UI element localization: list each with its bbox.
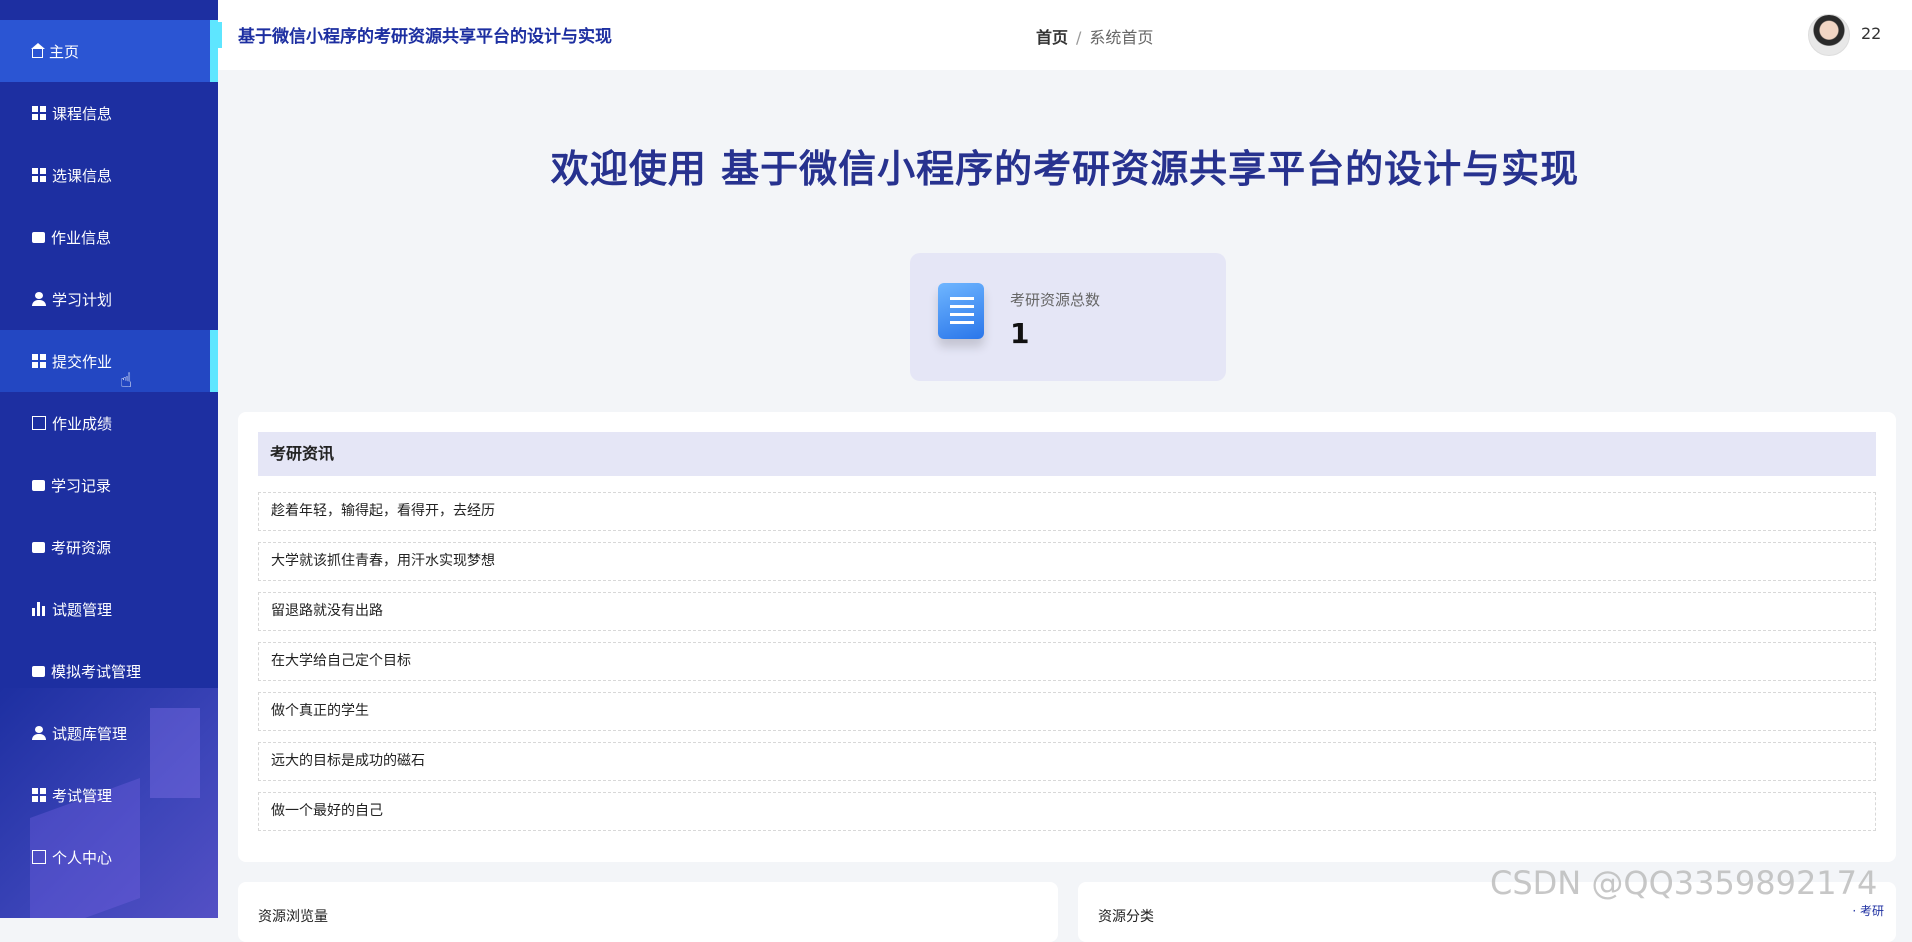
sidebar-item-label: 作业信息 xyxy=(51,228,112,247)
sidebar-item-label: 学习记录 xyxy=(51,476,112,495)
sidebar-item-label: 提交作业 xyxy=(52,352,113,371)
news-list: 趁着年轻，输得起，看得开，去经历 大学就该抓住青春，用汗水实现梦想 留退路就没有… xyxy=(258,492,1876,842)
welcome-title: 欢迎使用 基于微信小程序的考研资源共享平台的设计与实现 xyxy=(550,147,1580,191)
sidebar-item-course-selection[interactable]: 选课信息 xyxy=(0,144,218,206)
category-legend: · 考研 xyxy=(1852,904,1884,918)
breadcrumb-separator: / xyxy=(1076,28,1082,47)
calendar-icon xyxy=(32,850,46,864)
sidebar-item-label: 模拟考试管理 xyxy=(51,662,142,681)
news-title: 考研资讯 xyxy=(258,432,1876,476)
user-id[interactable]: 22 xyxy=(1861,24,1881,43)
user-icon xyxy=(32,292,46,306)
grid-icon xyxy=(32,354,46,368)
stat-label: 考研资源总数 xyxy=(1010,291,1101,309)
header-accent xyxy=(218,22,222,48)
site-title: 基于微信小程序的考研资源共享平台的设计与实现 xyxy=(238,27,612,47)
sidebar-item-label: 主页 xyxy=(49,42,80,61)
list-item[interactable]: 在大学给自己定个目标 xyxy=(258,642,1876,681)
sidebar-item-study-plan[interactable]: 学习计划 xyxy=(0,268,218,330)
sidebar-item-homework-scores[interactable]: 作业成绩 xyxy=(0,392,218,454)
sidebar-item-course-info[interactable]: 课程信息 xyxy=(0,82,218,144)
sidebar-item-home[interactable]: 主页 xyxy=(0,20,218,82)
sidebar-item-label: 学习计划 xyxy=(52,290,113,309)
sidebar-item-profile[interactable]: 个人中心 xyxy=(0,826,218,888)
list-item[interactable]: 大学就该抓住青春，用汗水实现梦想 xyxy=(258,542,1876,581)
sidebar-item-submit-homework[interactable]: 提交作业 xyxy=(0,330,218,392)
list-item[interactable]: 做个真正的学生 xyxy=(258,692,1876,731)
list-item[interactable]: 趁着年轻，输得起，看得开，去经历 xyxy=(258,492,1876,531)
bar-chart-icon xyxy=(32,602,46,616)
news-panel: 考研资讯 趁着年轻，输得起，看得开，去经历 大学就该抓住青春，用汗水实现梦想 留… xyxy=(238,412,1896,862)
breadcrumb: 首页 / 系统首页 xyxy=(1036,24,1153,48)
breadcrumb-home[interactable]: 首页 xyxy=(1036,28,1068,47)
sidebar-item-study-records[interactable]: 学习记录 xyxy=(0,454,218,516)
resource-count-card: 考研资源总数 1 xyxy=(910,253,1226,381)
sidebar-item-label: 考研资源 xyxy=(51,538,112,557)
home-icon xyxy=(31,42,45,58)
sidebar-item-question-bank[interactable]: 试题库管理 xyxy=(0,702,218,764)
sidebar-item-label: 作业成绩 xyxy=(52,414,113,433)
watermark: CSDN @QQ3359892174 xyxy=(1490,864,1878,902)
user-icon xyxy=(32,726,46,740)
sidebar-item-label: 课程信息 xyxy=(52,104,113,123)
breadcrumb-current: 系统首页 xyxy=(1089,28,1154,47)
list-item[interactable]: 留退路就没有出路 xyxy=(258,592,1876,631)
views-card: 资源浏览量 xyxy=(238,882,1058,942)
grid-icon xyxy=(32,788,46,802)
list-item[interactable]: 做一个最好的自己 xyxy=(258,792,1876,831)
document-icon xyxy=(938,283,984,339)
sidebar-item-label: 试题管理 xyxy=(52,600,113,619)
sidebar-item-resources[interactable]: 考研资源 xyxy=(0,516,218,578)
views-title: 资源浏览量 xyxy=(258,909,328,925)
grid-icon xyxy=(32,168,46,182)
sidebar-item-homework-info[interactable]: 作业信息 xyxy=(0,206,218,268)
sidebar-item-label: 考试管理 xyxy=(52,786,113,805)
clipboard-icon xyxy=(32,541,45,553)
sidebar-nav: 主页 课程信息 选课信息 作业信息 学习计划 提交作业 作业成绩 学习记录 考研… xyxy=(0,20,218,888)
monitor-icon xyxy=(32,479,45,491)
list-item[interactable]: 远大的目标是成功的磁石 xyxy=(258,742,1876,781)
sidebar-item-mock-exam[interactable]: 模拟考试管理 xyxy=(0,640,218,702)
chart-icon xyxy=(32,416,46,430)
sidebar-item-question-management[interactable]: 试题管理 xyxy=(0,578,218,640)
top-header: 基于微信小程序的考研资源共享平台的设计与实现 首页 / 系统首页 22 xyxy=(218,0,1912,70)
stat-value: 1 xyxy=(1010,317,1030,350)
sidebar-item-label: 试题库管理 xyxy=(52,724,128,743)
folder-icon xyxy=(32,231,45,243)
sidebar: 主页 课程信息 选课信息 作业信息 学习计划 提交作业 作业成绩 学习记录 考研… xyxy=(0,0,218,918)
grid-icon xyxy=(32,106,46,120)
avatar[interactable] xyxy=(1808,14,1850,56)
sidebar-item-label: 个人中心 xyxy=(52,848,113,867)
stamp-icon xyxy=(32,665,45,677)
sidebar-item-label: 选课信息 xyxy=(52,166,113,185)
category-title: 资源分类 xyxy=(1098,909,1154,925)
sidebar-item-exam-management[interactable]: 考试管理 xyxy=(0,764,218,826)
